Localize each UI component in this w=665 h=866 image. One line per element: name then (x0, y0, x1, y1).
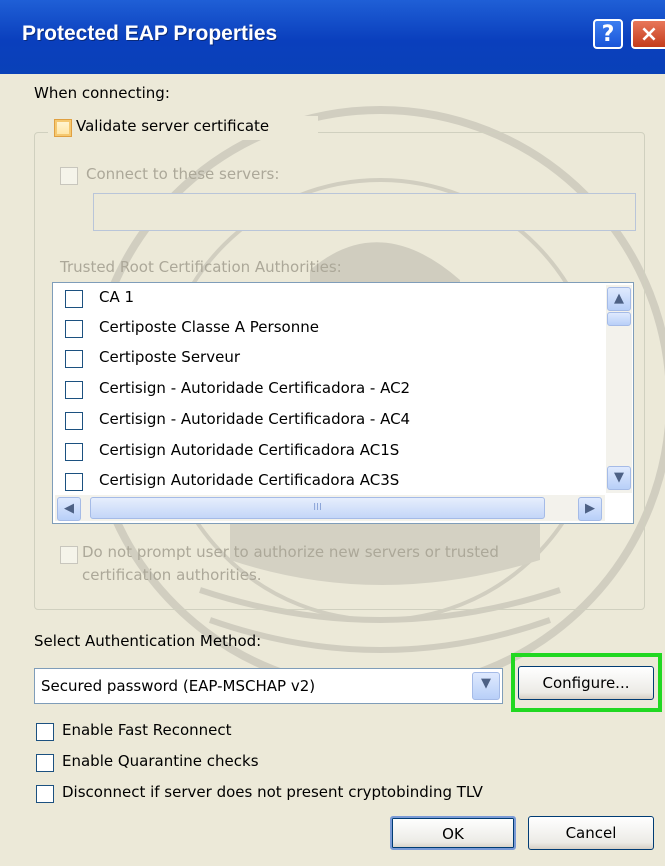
auth-method-label: Select Authentication Method: (34, 632, 262, 650)
ca-label: CA 1 (99, 288, 135, 306)
chevron-down-icon: ▼ (614, 470, 624, 485)
horizontal-scroll-thumb[interactable]: III (90, 497, 545, 519)
quarantine-option[interactable]: Enable Quarantine checks (36, 751, 336, 775)
scroll-right-button[interactable]: ▶ (578, 497, 602, 521)
scroll-up-button[interactable]: ▲ (607, 287, 631, 311)
auth-method-value: Secured password (EAP-MSCHAP v2) (41, 677, 316, 695)
ca-label: Certiposte Classe A Personne (99, 318, 319, 336)
ca-checkbox[interactable] (65, 443, 83, 461)
fast-reconnect-option[interactable]: Enable Fast Reconnect (36, 720, 336, 744)
help-icon: ? (601, 22, 615, 47)
chevron-up-icon: ▲ (614, 291, 624, 306)
auth-method-select[interactable]: Secured password (EAP-MSCHAP v2) ▼ (34, 668, 503, 704)
validate-certificate-option[interactable]: Validate server certificate (48, 116, 318, 140)
do-not-prompt-option: Do not prompt user to authorize new serv… (60, 542, 620, 590)
connect-servers-option: Connect to these servers: (60, 164, 320, 188)
ok-label: OK (442, 825, 464, 843)
ca-checkbox[interactable] (65, 381, 83, 399)
vertical-scroll-thumb[interactable] (607, 312, 631, 326)
close-button[interactable]: × (631, 19, 665, 49)
connect-servers-label: Connect to these servers: (86, 165, 280, 183)
servers-input (93, 193, 636, 231)
do-not-prompt-checkbox (60, 546, 78, 564)
chevron-right-icon: ▶ (585, 501, 595, 516)
quarantine-label: Enable Quarantine checks (62, 752, 259, 770)
trusted-root-label: Trusted Root Certification Authorities: (60, 258, 342, 276)
connect-servers-checkbox (60, 167, 78, 185)
grip-icon: III (313, 502, 322, 513)
ca-checkbox[interactable] (65, 350, 83, 368)
chevron-left-icon: ◀ (64, 501, 74, 516)
close-icon: × (639, 22, 659, 47)
ca-checkbox[interactable] (65, 290, 83, 308)
ok-button[interactable]: OK (390, 816, 516, 850)
validate-certificate-label: Validate server certificate (76, 117, 270, 135)
validate-certificate-checkbox[interactable] (54, 119, 72, 137)
ca-label: Certiposte Serveur (99, 348, 241, 366)
window-title: Protected EAP Properties (22, 22, 278, 45)
chevron-down-icon: ▼ (481, 676, 491, 691)
do-not-prompt-label-line2: certification authorities. (82, 566, 262, 584)
ca-checkbox[interactable] (65, 320, 83, 338)
ca-label: Certisign - Autoridade Certificadora - A… (99, 379, 411, 397)
cryptobinding-checkbox[interactable] (36, 785, 54, 803)
ca-label: Certisign Autoridade Certificadora AC3S (99, 471, 400, 489)
scroll-left-button[interactable]: ◀ (57, 497, 81, 521)
quarantine-checkbox[interactable] (36, 754, 54, 772)
ca-label: Certisign - Autoridade Certificadora - A… (99, 410, 411, 428)
fast-reconnect-label: Enable Fast Reconnect (62, 721, 232, 739)
cryptobinding-label: Disconnect if server does not present cr… (62, 783, 483, 801)
title-bar[interactable]: Protected EAP Properties ? × (0, 0, 665, 74)
configure-button[interactable]: Configure... (518, 666, 654, 700)
dropdown-button[interactable]: ▼ (472, 672, 500, 700)
fast-reconnect-checkbox[interactable] (36, 723, 54, 741)
ca-checkbox[interactable] (65, 412, 83, 430)
scroll-down-button[interactable]: ▼ (607, 466, 631, 490)
cancel-label: Cancel (565, 824, 617, 842)
when-connecting-label: When connecting: (34, 84, 170, 102)
ca-listbox[interactable]: CA 1 Certiposte Classe A Personne Certip… (52, 282, 634, 524)
do-not-prompt-label: Do not prompt user to authorize new serv… (82, 543, 499, 561)
cryptobinding-option[interactable]: Disconnect if server does not present cr… (36, 782, 596, 806)
ca-label: Certisign Autoridade Certificadora AC1S (99, 441, 400, 459)
configure-label: Configure... (542, 674, 630, 692)
cancel-button[interactable]: Cancel (528, 816, 654, 850)
ca-checkbox[interactable] (65, 473, 83, 491)
help-button[interactable]: ? (593, 19, 623, 49)
